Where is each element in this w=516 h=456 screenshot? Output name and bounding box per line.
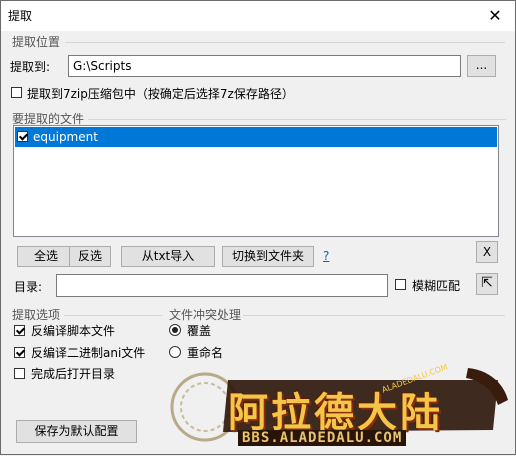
list-item-checkbox[interactable] xyxy=(17,131,28,142)
arrow-up-left-icon: ⇱ xyxy=(481,275,493,291)
up-directory-button[interactable]: ⇱ xyxy=(476,273,498,295)
import-txt-button[interactable]: 从txt导入 xyxy=(121,246,215,267)
directory-label: 目录: xyxy=(14,280,43,294)
watermark-url: BBS.ALADEDALU.COM xyxy=(238,430,407,446)
extract-to-label: 提取到: xyxy=(10,60,51,74)
files-divider xyxy=(88,119,506,120)
overwrite-label: 覆盖 xyxy=(187,324,212,338)
decompile-script-label: 反编译脚本文件 xyxy=(31,324,116,338)
open-dir-checkbox[interactable] xyxy=(14,368,25,379)
decompile-ani-label: 反编译二进制ani文件 xyxy=(31,346,146,360)
save-default-button[interactable]: 保存为默认配置 xyxy=(16,420,137,443)
overwrite-radio[interactable] xyxy=(169,324,181,336)
browse-button[interactable]: ... xyxy=(467,55,496,77)
list-item[interactable]: equipment xyxy=(15,127,497,147)
fuzzy-checkbox[interactable] xyxy=(395,279,406,290)
location-group-label: 提取位置 xyxy=(12,35,61,49)
zip-option-label: 提取到7zip压缩包中（按确定后选择7z保存路径） xyxy=(27,87,294,101)
extract-path-input[interactable]: G:\Scripts xyxy=(68,55,461,77)
file-list[interactable]: equipment xyxy=(13,125,499,237)
select-all-button[interactable]: 全选 xyxy=(17,246,75,267)
clear-button[interactable]: X xyxy=(476,241,498,263)
decompile-ani-checkbox[interactable] xyxy=(14,347,25,358)
rename-label: 重命名 xyxy=(187,346,224,360)
decompile-script-checkbox[interactable] xyxy=(14,325,25,336)
directory-input[interactable] xyxy=(56,274,388,297)
switch-folder-button[interactable]: 切换到文件夹 xyxy=(222,246,314,267)
conflict-group-label: 文件冲突处理 xyxy=(169,308,242,322)
open-dir-label: 完成后打开目录 xyxy=(31,367,116,381)
options-group-label: 提取选项 xyxy=(12,308,61,322)
title-bar: 提取 ✕ xyxy=(1,1,515,31)
fuzzy-label: 模糊匹配 xyxy=(412,279,461,293)
window-title: 提取 xyxy=(8,9,33,23)
close-icon[interactable]: ✕ xyxy=(475,1,515,31)
list-item-label: equipment xyxy=(33,130,98,144)
help-link[interactable]: ? xyxy=(323,249,329,263)
watermark-logo: 阿拉德大陆 ALADEDALU.COM BBS.ALADEDALU.COM xyxy=(168,360,513,453)
rename-radio[interactable] xyxy=(169,346,181,358)
options-divider xyxy=(64,315,162,316)
invert-button[interactable]: 反选 xyxy=(69,246,111,267)
zip-checkbox[interactable] xyxy=(11,87,22,98)
location-divider xyxy=(65,42,505,43)
conflict-divider xyxy=(243,315,505,316)
